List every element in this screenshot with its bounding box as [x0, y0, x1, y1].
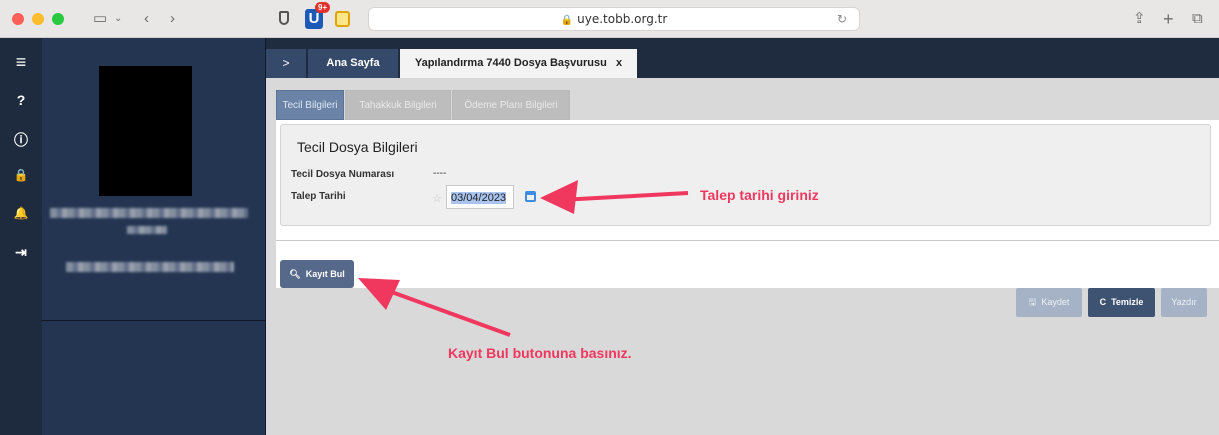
privacy-shield-icon[interactable]: [279, 11, 289, 25]
profile-panel: [42, 38, 266, 435]
tab-active[interactable]: Yapılandırma 7440 Dosya Başvurusu x: [400, 49, 637, 78]
find-record-label: Kayıt Bul: [305, 269, 345, 279]
clear-button[interactable]: C Temizle: [1088, 288, 1155, 317]
tab-home[interactable]: Ana Sayfa: [308, 49, 398, 78]
sidebar-toggle-icon[interactable]: ▭: [93, 9, 107, 29]
find-record-button[interactable]: 🔍︎ Kayıt Bul: [280, 260, 354, 288]
save-button[interactable]: 🖫 Kaydet: [1016, 288, 1082, 317]
minimize-window-button[interactable]: [32, 13, 44, 25]
star-icon[interactable]: ☆: [432, 192, 442, 205]
tab-bar: > Ana Sayfa Yapılandırma 7440 Dosya Başv…: [266, 38, 1219, 78]
calendar-icon[interactable]: [525, 191, 536, 202]
request-date-value: 03/04/2023: [451, 192, 507, 204]
tab-active-label: Yapılandırma 7440 Dosya Başvurusu: [414, 57, 607, 69]
request-date-label: Talep Tarihi: [291, 191, 346, 202]
divider: [42, 320, 266, 321]
lock-icon: 🔒: [560, 15, 574, 26]
file-number-label: Tecil Dosya Numarası: [291, 169, 395, 180]
redacted-name: [50, 208, 248, 218]
close-window-button[interactable]: [12, 13, 24, 25]
clear-label: Temizle: [1111, 297, 1144, 307]
forward-icon[interactable]: ›: [170, 9, 175, 29]
new-tab-icon[interactable]: +: [1163, 9, 1174, 29]
print-button[interactable]: Yazdır: [1161, 288, 1207, 317]
back-icon[interactable]: ‹: [144, 9, 149, 29]
share-icon[interactable]: ⇪: [1133, 9, 1146, 29]
sub-tab-tecil[interactable]: Tecil Bilgileri: [276, 90, 344, 120]
maximize-window-button[interactable]: [52, 13, 64, 25]
help-icon[interactable]: ?: [0, 92, 42, 108]
request-date-input[interactable]: 03/04/2023: [446, 185, 514, 209]
separator: [276, 240, 1219, 241]
sub-tab-tahakkuk[interactable]: Tahakkuk Bilgileri: [345, 90, 451, 120]
save-label: Kaydet: [1041, 297, 1070, 307]
logout-icon[interactable]: ⇥: [0, 244, 42, 261]
redacted-role: [66, 262, 234, 272]
extension-badge: 9+: [315, 2, 331, 13]
info-icon[interactable]: ⓘ: [0, 130, 42, 150]
url-text: uye.tobb.org.tr: [577, 12, 668, 26]
avatar: [99, 66, 192, 196]
main-content: Tecil Bilgileri Tahakkuk Bilgileri Ödeme…: [266, 78, 1219, 435]
save-icon: 🖫: [1028, 297, 1037, 307]
refresh-icon: C: [1099, 297, 1107, 307]
date-hint-annotation: Talep tarihi giriniz: [700, 187, 819, 203]
lock-icon[interactable]: 🔒: [0, 168, 42, 182]
file-number-value: ----: [433, 168, 447, 179]
tab-overview-icon[interactable]: ⧉: [1192, 9, 1203, 29]
sub-tab-odeme-plani[interactable]: Ödeme Planı Bilgileri: [452, 90, 570, 120]
chevron-down-icon[interactable]: ⌄: [114, 9, 122, 29]
reload-icon[interactable]: ↻: [837, 8, 847, 30]
search-icon: 🔍︎: [289, 269, 301, 279]
tab-expand-button[interactable]: >: [266, 49, 306, 78]
tab-close-button[interactable]: x: [616, 57, 622, 69]
find-hint-annotation: Kayıt Bul butonuna basınız.: [448, 345, 632, 361]
menu-icon[interactable]: ≡: [0, 52, 42, 73]
section-title: Tecil Dosya Bilgileri: [297, 139, 418, 155]
form-panel: Tecil Dosya Bilgileri Tecil Dosya Numara…: [276, 120, 1219, 288]
redacted-line: [127, 226, 167, 234]
icon-sidebar: ≡ ? ⓘ 🔒 🔔 ⇥: [0, 38, 42, 435]
bell-icon[interactable]: 🔔: [0, 206, 42, 220]
tecil-fieldset: Tecil Dosya Bilgileri Tecil Dosya Numara…: [280, 124, 1211, 226]
address-bar[interactable]: 🔒 uye.tobb.org.tr ↻: [368, 7, 860, 31]
notes-extension-icon[interactable]: [335, 11, 350, 27]
browser-toolbar: ▭ ⌄ ‹ › U 9+ 🔒 uye.tobb.org.tr ↻ ⇪ + ⧉: [0, 0, 1219, 38]
